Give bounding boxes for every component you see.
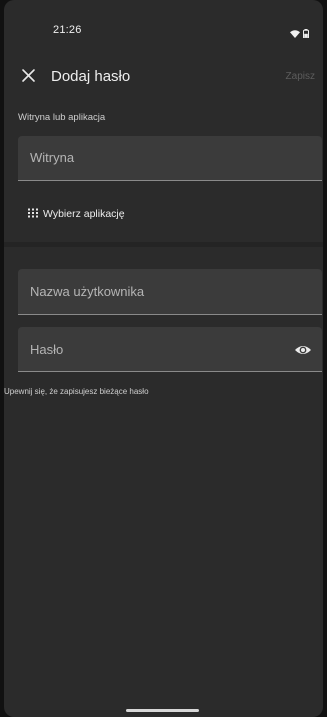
status-icons [290,25,309,43]
pick-app-button[interactable]: Wybierz aplikację [28,205,125,223]
password-field-placeholder: Hasło [30,342,64,357]
app-bar: Dodaj hasło Zapisz [4,60,323,94]
pick-app-label: Wybierz aplikację [43,208,125,220]
site-section-label: Witryna lub aplikacja [18,112,106,123]
status-bar: 21:26 [4,0,323,60]
section-divider [4,242,323,247]
password-hint: Upewnij się, że zapisujesz bieżące hasło [4,387,149,396]
screen: 21:26 Dodaj hasło Zapisz Witryna lub apl… [4,0,323,717]
password-field[interactable]: Hasło [18,327,322,372]
wifi-icon [290,25,300,43]
site-field[interactable]: Witryna [18,136,322,181]
site-field-placeholder: Witryna [30,150,75,165]
close-icon[interactable] [19,66,39,86]
home-indicator[interactable] [126,709,199,712]
eye-icon[interactable] [294,341,312,359]
status-time: 21:26 [53,24,82,36]
battery-icon [303,25,309,43]
username-field[interactable]: Nazwa użytkownika [18,269,322,315]
page-title: Dodaj hasło [51,68,131,85]
apps-grid-icon [28,205,38,223]
username-field-placeholder: Nazwa użytkownika [30,284,145,299]
save-button[interactable]: Zapisz [286,71,315,82]
